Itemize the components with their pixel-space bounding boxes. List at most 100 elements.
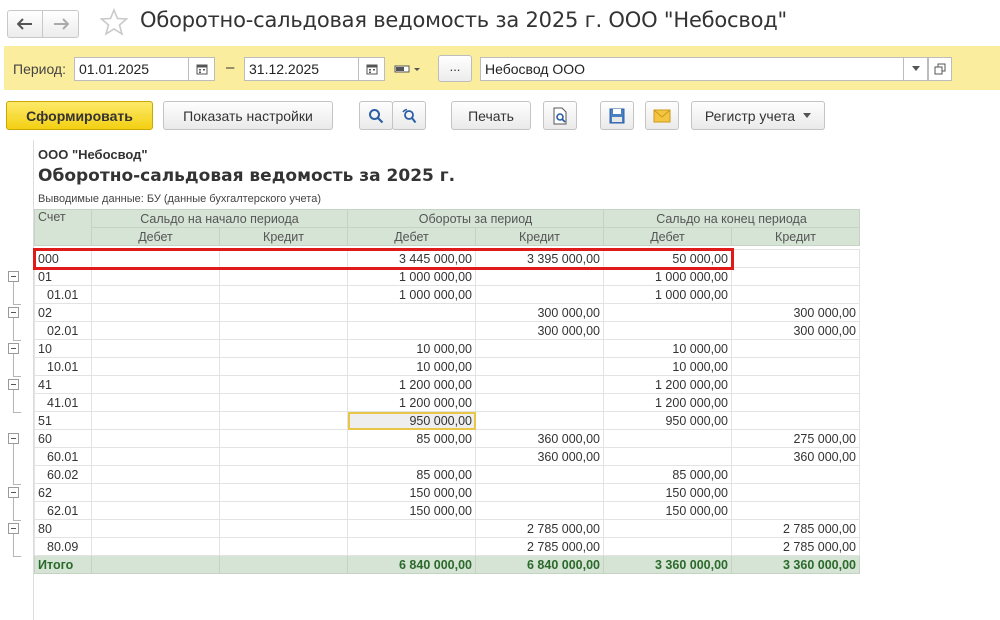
send-email-button[interactable] — [645, 101, 679, 130]
table-row[interactable]: 62 150 000,00 150 000,00 — [34, 483, 860, 502]
opening-debit-cell[interactable] — [91, 249, 220, 268]
opening-debit-cell[interactable] — [91, 267, 220, 286]
opening-credit-cell[interactable] — [219, 519, 348, 538]
organization-open-button[interactable] — [928, 57, 952, 81]
closing-credit-cell[interactable] — [731, 249, 860, 268]
opening-credit-cell[interactable] — [219, 375, 348, 394]
turnover-credit-cell[interactable] — [475, 267, 604, 286]
turnover-debit-cell[interactable]: 150 000,00 — [347, 501, 476, 520]
opening-credit-cell[interactable] — [219, 447, 348, 466]
turnover-credit-cell[interactable]: 360 000,00 — [475, 429, 604, 448]
turnover-debit-cell[interactable]: 85 000,00 — [347, 429, 476, 448]
opening-credit-cell[interactable] — [219, 285, 348, 304]
preview-button[interactable] — [543, 101, 577, 130]
turnover-credit-cell[interactable]: 3 395 000,00 — [475, 249, 604, 268]
period-dots-button[interactable]: ... — [438, 55, 472, 82]
turnover-credit-cell[interactable]: 300 000,00 — [475, 303, 604, 322]
closing-debit-cell[interactable]: 150 000,00 — [603, 483, 732, 502]
account-cell[interactable]: 60.02 — [34, 465, 92, 484]
opening-debit-cell[interactable] — [91, 519, 220, 538]
turnover-credit-cell[interactable] — [475, 483, 604, 502]
account-cell[interactable]: 62 — [34, 483, 92, 502]
turnover-debit-cell[interactable] — [347, 519, 476, 538]
table-row[interactable]: 02.01 300 000,00 300 000,00 — [34, 321, 860, 340]
opening-debit-cell[interactable] — [91, 393, 220, 412]
table-row[interactable]: 000 3 445 000,00 3 395 000,00 50 000,00 — [34, 249, 860, 268]
closing-credit-cell[interactable] — [731, 483, 860, 502]
account-cell[interactable]: 02 — [34, 303, 92, 322]
opening-credit-cell[interactable] — [219, 249, 348, 268]
table-row[interactable]: 41 1 200 000,00 1 200 000,00 — [34, 375, 860, 394]
account-cell[interactable]: 41 — [34, 375, 92, 394]
turnover-debit-cell[interactable]: 950 000,00 — [347, 411, 476, 430]
closing-debit-cell[interactable]: 50 000,00 — [603, 249, 732, 268]
opening-credit-cell[interactable] — [219, 393, 348, 412]
closing-credit-cell[interactable]: 300 000,00 — [731, 303, 860, 322]
closing-debit-cell[interactable]: 1 000 000,00 — [603, 285, 732, 304]
opening-debit-cell[interactable] — [91, 339, 220, 358]
opening-credit-cell[interactable] — [219, 465, 348, 484]
closing-credit-cell[interactable]: 360 000,00 — [731, 447, 860, 466]
table-row[interactable]: 10 10 000,00 10 000,00 — [34, 339, 860, 358]
turnover-credit-cell[interactable] — [475, 375, 604, 394]
closing-credit-cell[interactable] — [731, 501, 860, 520]
table-row[interactable]: 62.01 150 000,00 150 000,00 — [34, 501, 860, 520]
closing-credit-cell[interactable] — [731, 411, 860, 430]
table-row[interactable]: 51 950 000,00 950 000,00 — [34, 411, 860, 430]
closing-credit-cell[interactable] — [731, 357, 860, 376]
table-row[interactable]: 80 2 785 000,00 2 785 000,00 — [34, 519, 860, 538]
opening-debit-cell[interactable] — [91, 303, 220, 322]
register-dropdown-button[interactable]: Регистр учета — [691, 101, 825, 130]
table-row[interactable]: 01 1 000 000,00 1 000 000,00 — [34, 267, 860, 286]
opening-debit-cell[interactable] — [91, 321, 220, 340]
closing-debit-cell[interactable]: 1 000 000,00 — [603, 267, 732, 286]
table-row[interactable]: 60 85 000,00 360 000,00 275 000,00 — [34, 429, 860, 448]
closing-credit-cell[interactable] — [731, 267, 860, 286]
account-cell[interactable]: 10.01 — [34, 357, 92, 376]
opening-credit-cell[interactable] — [219, 537, 348, 556]
account-cell[interactable]: 41.01 — [34, 393, 92, 412]
account-cell[interactable]: 000 — [34, 249, 92, 268]
account-cell[interactable]: 10 — [34, 339, 92, 358]
turnover-credit-cell[interactable] — [475, 465, 604, 484]
generate-button[interactable]: Сформировать — [6, 101, 153, 130]
calendar-to-button[interactable] — [359, 57, 385, 81]
opening-credit-cell[interactable] — [219, 357, 348, 376]
opening-credit-cell[interactable] — [219, 483, 348, 502]
opening-credit-cell[interactable] — [219, 321, 348, 340]
turnover-debit-cell[interactable] — [347, 537, 476, 556]
turnover-debit-cell[interactable]: 3 445 000,00 — [347, 249, 476, 268]
closing-credit-cell[interactable] — [731, 375, 860, 394]
account-cell[interactable]: 62.01 — [34, 501, 92, 520]
opening-credit-cell[interactable] — [219, 411, 348, 430]
turnover-debit-cell[interactable]: 10 000,00 — [347, 339, 476, 358]
group-collapse-icon[interactable] — [8, 271, 19, 282]
account-cell[interactable]: 60 — [34, 429, 92, 448]
back-button[interactable] — [7, 10, 43, 38]
opening-debit-cell[interactable] — [91, 357, 220, 376]
turnover-debit-cell[interactable]: 1 200 000,00 — [347, 393, 476, 412]
closing-debit-cell[interactable]: 85 000,00 — [603, 465, 732, 484]
closing-credit-cell[interactable]: 275 000,00 — [731, 429, 860, 448]
closing-credit-cell[interactable] — [731, 339, 860, 358]
turnover-credit-cell[interactable] — [475, 285, 604, 304]
turnover-debit-cell[interactable]: 150 000,00 — [347, 483, 476, 502]
opening-debit-cell[interactable] — [91, 285, 220, 304]
star-icon[interactable] — [100, 8, 128, 36]
closing-debit-cell[interactable]: 150 000,00 — [603, 501, 732, 520]
opening-debit-cell[interactable] — [91, 465, 220, 484]
turnover-debit-cell[interactable]: 1 200 000,00 — [347, 375, 476, 394]
group-collapse-icon[interactable] — [8, 487, 19, 498]
group-collapse-icon[interactable] — [8, 379, 19, 390]
closing-credit-cell[interactable]: 2 785 000,00 — [731, 519, 860, 538]
opening-debit-cell[interactable] — [91, 411, 220, 430]
opening-credit-cell[interactable] — [219, 429, 348, 448]
table-row[interactable]: 01.01 1 000 000,00 1 000 000,00 — [34, 285, 860, 304]
closing-debit-cell[interactable]: 10 000,00 — [603, 339, 732, 358]
closing-debit-cell[interactable]: 10 000,00 — [603, 357, 732, 376]
opening-credit-cell[interactable] — [219, 267, 348, 286]
table-row[interactable]: 80.09 2 785 000,00 2 785 000,00 — [34, 537, 860, 556]
save-button[interactable] — [600, 101, 634, 130]
turnover-debit-cell[interactable] — [347, 447, 476, 466]
group-collapse-icon[interactable] — [8, 523, 19, 534]
